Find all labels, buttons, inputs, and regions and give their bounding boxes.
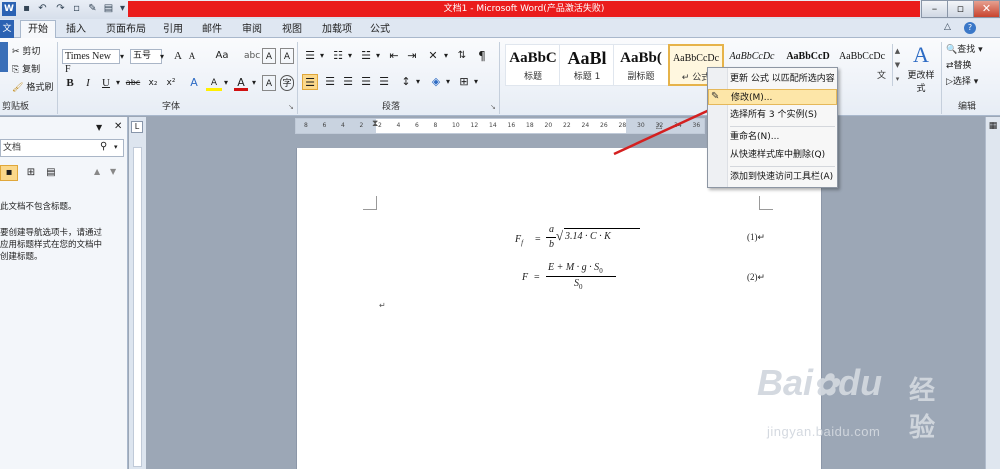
menu-item-modify[interactable]: 修改(M)... <box>708 89 837 105</box>
menu-item-rename[interactable]: 重命名(N)... <box>708 129 837 145</box>
modify-icon: ✎ <box>711 91 720 102</box>
menu-separator <box>730 126 835 127</box>
menu-separator <box>730 166 835 167</box>
menu-item-select-all[interactable]: 选择所有 3 个实例(S) <box>708 107 837 123</box>
annotation-arrow <box>613 102 726 156</box>
menu-item-update[interactable]: 更新 公式 以匹配所选内容(P) <box>708 71 837 100</box>
menu-item-add-qat[interactable]: 添加到快速访问工具栏(A) <box>708 169 837 185</box>
menu-item-remove[interactable]: 从快速样式库中删除(Q) <box>708 147 837 163</box>
style-context-menu: 更新 公式 以匹配所选内容(P) 修改(M)... ✎ 选择所有 3 个实例(S… <box>707 67 838 188</box>
